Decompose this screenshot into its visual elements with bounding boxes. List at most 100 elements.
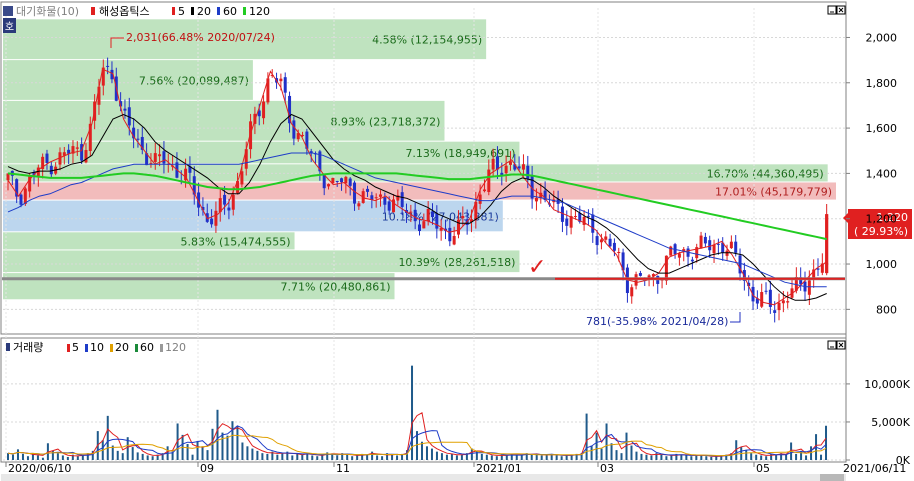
candle-body (482, 189, 486, 192)
price-panel-controls[interactable] (827, 5, 846, 15)
candle-body (491, 158, 495, 170)
volume-bar (480, 453, 483, 460)
volume-bar (201, 446, 204, 460)
candle-body (612, 242, 616, 251)
candle-body (340, 178, 344, 183)
volume-bar (475, 450, 478, 460)
volume-bar (450, 453, 453, 460)
candle-body (807, 280, 811, 295)
price-tick-label: 1,600 (866, 122, 898, 135)
volume-bar (231, 421, 234, 460)
candle-body (344, 176, 348, 184)
volume-bar (246, 446, 249, 460)
volume-bar (440, 453, 443, 460)
vol-legend-ma-60: 60 (140, 341, 154, 354)
candle-body (45, 153, 49, 163)
volume-bar (206, 450, 209, 460)
volume-bar (560, 456, 563, 460)
candle-body (292, 120, 296, 139)
candle-body (604, 236, 608, 240)
volume-bar (605, 423, 608, 460)
scrollbar-thumb[interactable] (820, 474, 844, 481)
volume-bar (800, 450, 803, 460)
date-axis: 2020/06/10 09 11 2021/01 03 05 2021/06/11 (5, 462, 906, 475)
volume-bar (316, 456, 319, 460)
volume-profile-label: 7.71% (20,480,861) (280, 281, 390, 294)
candle-body (75, 147, 79, 149)
candle-body (595, 236, 599, 246)
volume-bar (545, 454, 548, 460)
volume-bar (36, 455, 39, 460)
volume-panel-controls[interactable] (827, 340, 846, 350)
candle-body (517, 166, 521, 169)
candle-body (773, 310, 777, 313)
volume-bar (146, 455, 149, 460)
candle-body (49, 165, 53, 175)
volume-bar (600, 448, 603, 460)
date-tick-label: 2021/06/11 (843, 462, 906, 475)
minimize-icon[interactable] (827, 340, 837, 350)
candle-body (136, 138, 140, 140)
candle-body (23, 188, 27, 204)
volume-bar (41, 457, 44, 460)
volume-bar (825, 425, 828, 460)
volume-bar (570, 455, 573, 460)
candle-body (586, 215, 590, 217)
volume-bar (760, 455, 763, 460)
legend-ma-20: 20 (197, 5, 211, 18)
volume-profile-label: 17.01% (45,179,779) (715, 186, 832, 199)
candle-body (214, 210, 218, 226)
volume-bar (555, 455, 558, 460)
candle-body (348, 178, 352, 186)
volume-bar (785, 454, 788, 460)
candle-body (521, 164, 525, 170)
volume-legend-title: 거래량 (13, 341, 43, 354)
volume-bar (795, 453, 798, 460)
volume-bar (26, 456, 29, 460)
volume-bar (216, 409, 219, 460)
volume-bar (505, 455, 508, 460)
vol-legend-ma-10: 10 (90, 341, 104, 354)
high-annotation: 2,031(66.48% 2020/07/24) (126, 31, 275, 44)
candle-body (383, 197, 387, 205)
minimize-icon[interactable] (827, 5, 837, 15)
price-tick-label: 800 (876, 303, 897, 316)
volume-tick-label: 5,000K (871, 416, 910, 429)
volume-bar (670, 455, 673, 460)
volume-bar (460, 454, 463, 460)
volume-bar (680, 454, 683, 460)
volume-profile-label: 8.93% (23,718,372) (330, 115, 440, 128)
candle-body (703, 236, 707, 244)
candle-body (162, 151, 166, 164)
horizontal-scrollbar[interactable] (1, 474, 846, 481)
volume-profile-label: 4.58% (12,154,955) (372, 34, 482, 47)
volume-bar (261, 453, 264, 460)
candle-body (534, 197, 538, 202)
candle-body (366, 188, 370, 192)
volume-bar (351, 456, 354, 460)
candle-body (781, 300, 785, 304)
volume-bar (151, 456, 154, 460)
volume-bar (191, 454, 194, 460)
vol-legend-ma-120: 120 (165, 341, 186, 354)
candle-body (231, 194, 235, 210)
candle-body (591, 214, 595, 233)
volume-bar (371, 451, 374, 460)
candle-body (353, 182, 357, 204)
volume-bar (750, 453, 753, 460)
volume-profile-label: 7.56% (20,089,487) (139, 75, 249, 88)
candle-body (699, 235, 703, 249)
candle-body (452, 236, 456, 245)
legend-ma-120: 120 (249, 5, 270, 18)
volume-bar (805, 455, 808, 460)
candle-body (608, 238, 612, 247)
candle-body (725, 250, 729, 256)
legend-ma-5: 5 (178, 5, 185, 18)
check-mark-icon: ✓ (528, 255, 546, 280)
candle-body (526, 165, 530, 179)
volume-bar (221, 432, 224, 460)
candle-body (599, 239, 603, 243)
volume-bar (266, 453, 269, 460)
candle-body (418, 224, 421, 231)
stock-chart-window: 4.58% (12,154,955) 7.56% (20,089,487) 8.93… (0, 0, 914, 481)
